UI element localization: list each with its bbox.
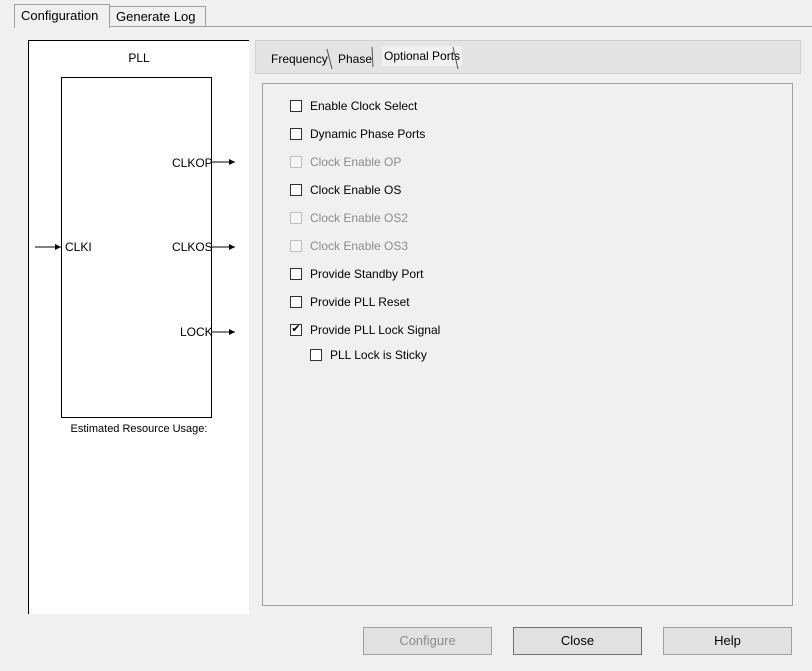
tab-configuration[interactable]: Configuration [14, 4, 110, 28]
optional-ports-panel: Enable Clock Select Dynamic Phase Ports … [262, 83, 793, 606]
option-dynamic-phase-ports[interactable]: Dynamic Phase Ports [290, 126, 425, 142]
tab-separator [371, 46, 374, 68]
option-label: PLL Lock is Sticky [330, 348, 427, 362]
option-clock-enable-os2: Clock Enable OS2 [290, 210, 408, 226]
option-label: Clock Enable OS3 [310, 239, 409, 253]
port-lock: LOCK [180, 325, 213, 339]
checkmark-icon: ✔ [291, 323, 301, 335]
option-label: Dynamic Phase Ports [310, 127, 426, 141]
option-provide-standby-port[interactable]: Provide Standby Port [290, 266, 423, 282]
tab-separator [452, 46, 459, 70]
option-label: Provide PLL Reset [310, 295, 410, 309]
pll-diagram: PLL CLKI CLKOP CLKOS LOCK Estimated Reso… [28, 40, 249, 614]
tab-phase[interactable]: Phase [338, 49, 372, 69]
lock-arrow-icon [211, 329, 235, 335]
tab-optional-ports[interactable]: Optional Ports [382, 46, 463, 66]
option-label: Provide Standby Port [310, 267, 424, 281]
option-provide-pll-lock-signal[interactable]: ✔ Provide PLL Lock Signal [290, 322, 440, 338]
checkbox[interactable]: ✔ [290, 323, 302, 336]
port-clkos: CLKOS [172, 240, 213, 254]
option-enable-clock-select[interactable]: Enable Clock Select [290, 98, 417, 114]
tab-frequency[interactable]: Frequency [271, 49, 328, 69]
checkbox [290, 212, 302, 224]
port-clkop: CLKOP [172, 156, 213, 170]
subtab-strip: Frequency Phase Optional Ports [255, 40, 801, 74]
option-label: Clock Enable OS2 [310, 211, 409, 225]
configure-button[interactable]: Configure [363, 627, 492, 655]
checkbox[interactable] [290, 296, 302, 308]
option-label: Clock Enable OP [310, 155, 402, 169]
tab-phase-label: Phase [338, 52, 373, 66]
tab-configuration-label: Configuration [21, 8, 99, 23]
checkbox[interactable] [290, 184, 302, 196]
pll-title: PLL [128, 51, 150, 65]
help-button[interactable]: Help [663, 627, 792, 655]
option-provide-pll-reset[interactable]: Provide PLL Reset [290, 294, 410, 310]
checkbox[interactable] [290, 268, 302, 280]
option-label: Enable Clock Select [310, 99, 418, 113]
clkop-arrow-icon [211, 159, 235, 165]
checkbox[interactable] [290, 128, 302, 140]
option-label: Clock Enable OS [310, 183, 402, 197]
tab-separator [326, 48, 333, 70]
option-clock-enable-os[interactable]: Clock Enable OS [290, 182, 401, 198]
tab-frequency-label: Frequency [271, 52, 328, 66]
tab-divider [14, 26, 812, 27]
option-label: Provide PLL Lock Signal [310, 323, 441, 337]
checkbox [290, 240, 302, 252]
resource-usage-label: Estimated Resource Usage: [70, 423, 208, 435]
clki-arrow-icon [35, 244, 61, 250]
port-clki: CLKI [65, 240, 92, 254]
tab-optional-ports-label: Optional Ports [384, 49, 461, 63]
tab-generate-log[interactable]: Generate Log [110, 6, 206, 26]
option-pll-lock-is-sticky[interactable]: PLL Lock is Sticky [310, 347, 427, 363]
tab-generate-log-label: Generate Log [116, 9, 196, 24]
checkbox[interactable] [290, 100, 302, 112]
clkos-arrow-icon [211, 244, 235, 250]
checkbox [290, 156, 302, 168]
option-clock-enable-os3: Clock Enable OS3 [290, 238, 408, 254]
close-button[interactable]: Close [513, 627, 642, 655]
option-clock-enable-op: Clock Enable OP [290, 154, 401, 170]
checkbox[interactable] [310, 349, 322, 361]
